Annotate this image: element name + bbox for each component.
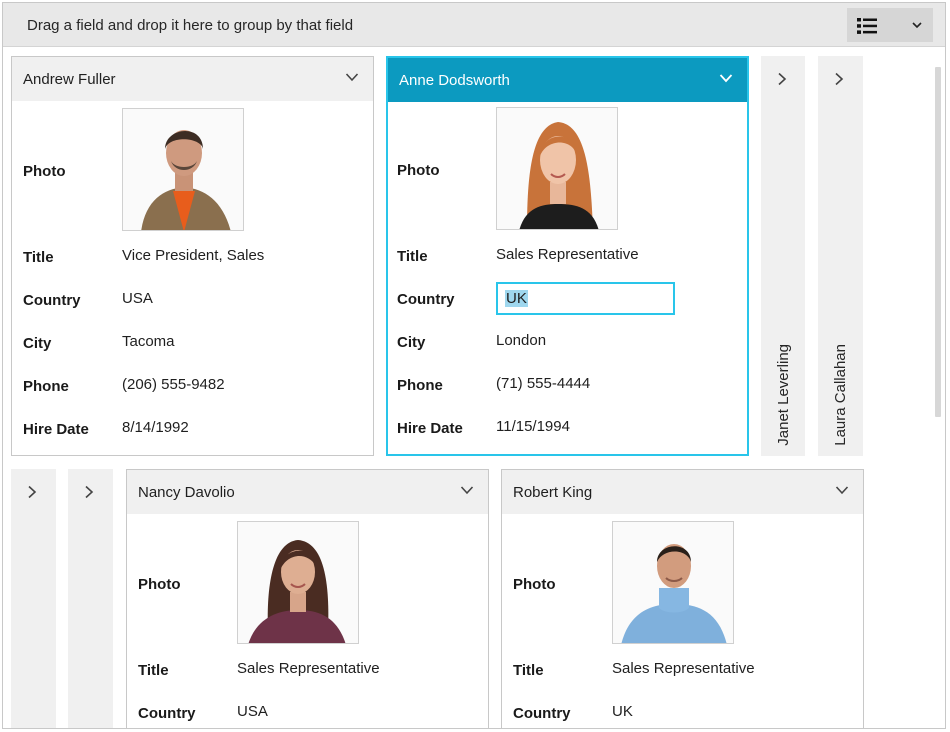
- title-value[interactable]: Sales Representative: [237, 660, 380, 677]
- employee-card-nancy-davolio[interactable]: Nancy Davolio Photo Title Sales Represen…: [126, 469, 489, 728]
- country-value[interactable]: UK: [612, 703, 633, 720]
- city-value[interactable]: Tacoma: [122, 333, 175, 350]
- country-label: Country: [23, 292, 81, 309]
- collapsed-card-title: Laura Callahan: [832, 344, 849, 446]
- vertical-scrollbar[interactable]: [935, 67, 941, 417]
- chevron-right-icon[interactable]: [834, 72, 844, 86]
- collapsed-card-laura-callahan[interactable]: Laura Callahan: [818, 56, 863, 456]
- hire-date-label: Hire Date: [23, 421, 89, 438]
- city-value[interactable]: London: [496, 332, 546, 349]
- employee-card-anne-dodsworth[interactable]: Anne Dodsworth Photo Title Sales Represe…: [386, 56, 749, 456]
- employee-photo: [496, 107, 618, 230]
- card-title: Nancy Davolio: [138, 484, 235, 501]
- employee-card-robert-king[interactable]: Robert King Photo Title Sales Representa…: [501, 469, 864, 728]
- country-value[interactable]: USA: [122, 290, 153, 307]
- collapsed-card[interactable]: [11, 469, 56, 728]
- country-label: Country: [397, 291, 455, 308]
- chevron-down-icon[interactable]: [719, 73, 733, 83]
- country-value[interactable]: USA: [237, 703, 268, 720]
- card-header[interactable]: Andrew Fuller: [12, 57, 373, 101]
- title-label: Title: [513, 662, 544, 679]
- phone-label: Phone: [23, 378, 69, 395]
- chevron-right-icon[interactable]: [84, 485, 94, 499]
- title-value[interactable]: Vice President, Sales: [122, 247, 264, 264]
- country-label: Country: [138, 705, 196, 722]
- employee-card-andrew-fuller[interactable]: Andrew Fuller Photo Title Vice President…: [11, 56, 374, 456]
- employee-photo: [612, 521, 734, 644]
- country-edit-field[interactable]: UK: [496, 282, 675, 315]
- phone-value[interactable]: (206) 555-9482: [122, 376, 225, 393]
- chevron-down-icon: [912, 22, 922, 29]
- card-title: Andrew Fuller: [23, 71, 116, 88]
- hire-date-value[interactable]: 8/14/1992: [122, 419, 189, 436]
- card-title: Anne Dodsworth: [399, 72, 510, 89]
- title-label: Title: [397, 248, 428, 265]
- card-view-window: Drag a field and drop it here to group b…: [2, 2, 946, 729]
- chevron-right-icon[interactable]: [27, 485, 37, 499]
- view-mode-button[interactable]: [847, 8, 933, 42]
- city-label: City: [23, 335, 52, 352]
- country-edit-text[interactable]: UK: [505, 290, 528, 307]
- hire-date-value[interactable]: 11/15/1994: [496, 418, 570, 435]
- employee-photo: [122, 108, 244, 231]
- chevron-right-icon[interactable]: [777, 72, 787, 86]
- collapsed-card-janet-leverling[interactable]: Janet Leverling: [761, 56, 805, 456]
- photo-label: Photo: [513, 576, 556, 593]
- chevron-down-icon[interactable]: [835, 485, 849, 495]
- chevron-down-icon[interactable]: [345, 72, 359, 82]
- card-header[interactable]: Nancy Davolio: [127, 470, 488, 514]
- photo-label: Photo: [397, 162, 440, 179]
- phone-value[interactable]: (71) 555-4444: [496, 375, 590, 392]
- title-value[interactable]: Sales Representative: [496, 246, 639, 263]
- title-value[interactable]: Sales Representative: [612, 660, 755, 677]
- photo-label: Photo: [23, 163, 66, 180]
- collapsed-card[interactable]: [68, 469, 113, 728]
- hire-date-label: Hire Date: [397, 420, 463, 437]
- list-view-icon: [857, 18, 877, 34]
- card-header[interactable]: Anne Dodsworth: [388, 58, 747, 102]
- card-header[interactable]: Robert King: [502, 470, 863, 514]
- collapsed-card-title: Janet Leverling: [775, 344, 792, 446]
- phone-label: Phone: [397, 377, 443, 394]
- photo-label: Photo: [138, 576, 181, 593]
- chevron-down-icon[interactable]: [460, 485, 474, 495]
- card-title: Robert King: [513, 484, 593, 501]
- group-panel-hint: Drag a field and drop it here to group b…: [27, 17, 354, 34]
- title-label: Title: [23, 249, 54, 266]
- employee-photo: [237, 521, 359, 644]
- title-label: Title: [138, 662, 169, 679]
- group-by-panel[interactable]: Drag a field and drop it here to group b…: [3, 3, 945, 47]
- country-label: Country: [513, 705, 571, 722]
- city-label: City: [397, 334, 426, 351]
